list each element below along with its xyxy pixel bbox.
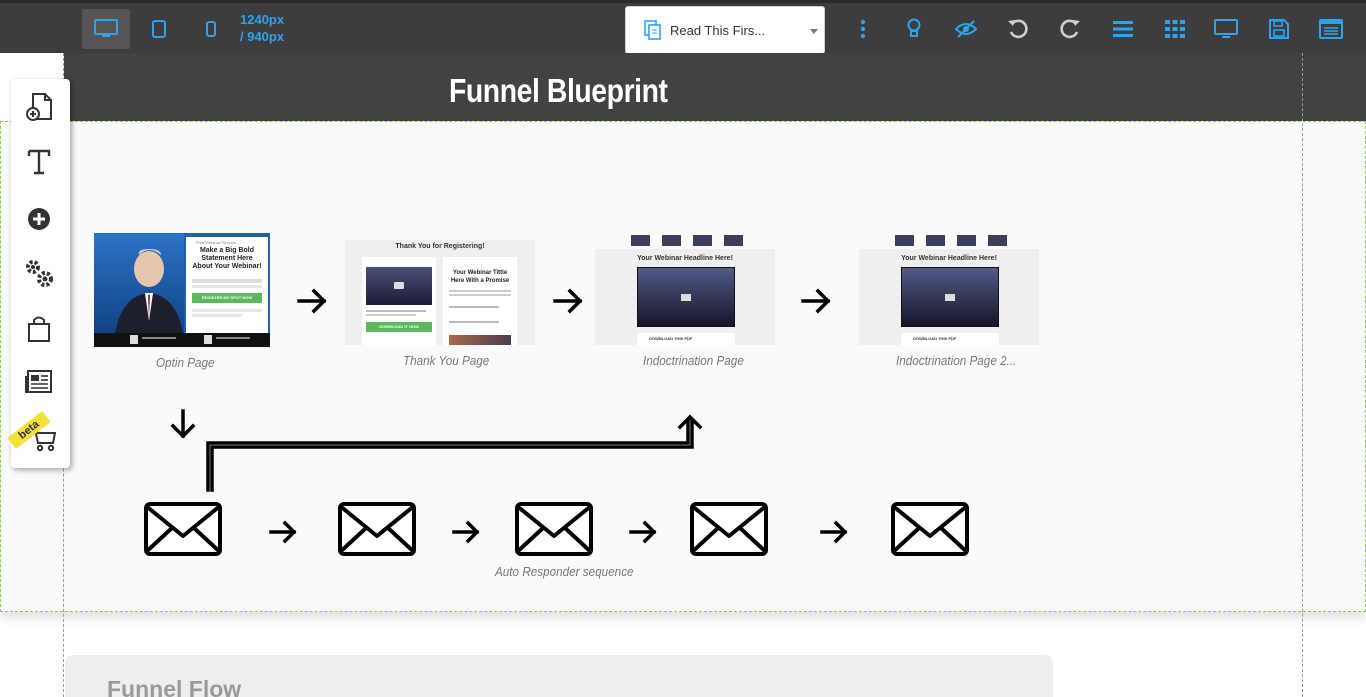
autoresponder-caption: Auto Responder sequence [495, 564, 634, 579]
funnel-flow-title[interactable]: Funnel Flow [107, 676, 241, 697]
blog-button[interactable] [23, 366, 55, 398]
text-icon [27, 149, 51, 175]
flow-arrows [144, 288, 969, 556]
newsletter-icon [25, 370, 52, 393]
email-envelope-icon [144, 502, 222, 556]
add-element-button[interactable] [23, 203, 55, 235]
down-arrow-icon [170, 409, 196, 439]
right-arrow-icon [269, 520, 297, 544]
right-arrow-icon [629, 520, 657, 544]
store-button[interactable] [23, 313, 55, 345]
right-arrow-icon [820, 520, 848, 544]
add-page-button[interactable] [23, 91, 55, 123]
settings-icon [26, 260, 53, 287]
email-envelope-icon [515, 502, 593, 556]
left-tool-panel: beta [7, 79, 70, 468]
add-text-button[interactable] [23, 146, 55, 178]
shopping-bag-icon [28, 316, 50, 342]
editor-canvas: 1240px / 940px Read This Firs... Funnel … [0, 0, 1366, 697]
email-envelope-icon [338, 502, 416, 556]
right-arrow-icon [801, 288, 831, 314]
right-arrow-icon [297, 288, 327, 314]
right-arrow-icon [452, 520, 480, 544]
add-page-icon [26, 93, 52, 121]
email-envelope-icon [690, 502, 768, 556]
connector-arrow-icon [206, 414, 703, 492]
add-element-icon [28, 208, 50, 230]
settings-button[interactable] [23, 257, 55, 289]
right-arrow-icon [553, 288, 583, 314]
email-envelope-icon [891, 502, 969, 556]
